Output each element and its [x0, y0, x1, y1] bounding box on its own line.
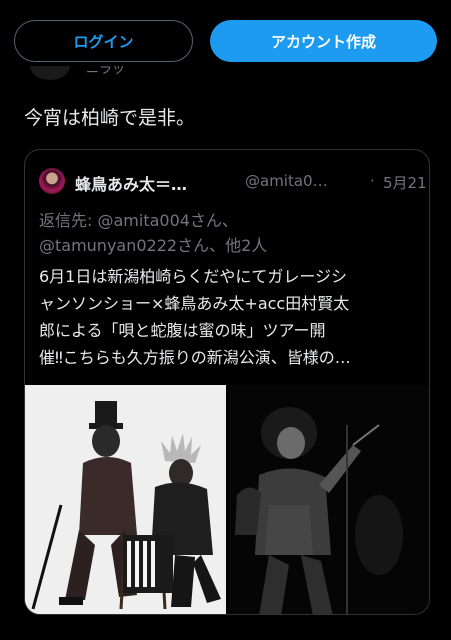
quote-body-line-4: 催‼︎こちらも久方振りの新潟公演、皆様の… — [39, 348, 351, 367]
previous-name: ニラッ — [86, 66, 126, 77]
photo-duo-seated-drawing — [25, 385, 226, 614]
reply-to-line-1: 返信先: @amita004さん、 — [39, 211, 238, 230]
tweet-text: 今宵は柏崎で是非。 — [24, 107, 196, 129]
quote-tweet-card[interactable]: 蜂鳥あみ太＝… @amita0… · 5月21日 返信先: @amita004さ… — [24, 149, 430, 615]
quoted-handle[interactable]: @amita0… — [245, 172, 328, 190]
top-bar: ログイン アカウント作成 — [0, 0, 451, 70]
previous-tweet-fragment: ニラッ — [30, 66, 150, 80]
quote-media[interactable] — [25, 385, 429, 614]
quote-header: 蜂鳥あみ太＝… @amita0… · 5月21日 — [39, 168, 429, 195]
create-account-button[interactable]: アカウント作成 — [210, 20, 437, 62]
photo-singer-stage[interactable] — [229, 385, 429, 614]
login-button[interactable]: ログイン — [14, 20, 193, 62]
quote-body-line-2: ャンソンショー×蜂鳥あみ太+acc田村賢太 — [39, 294, 350, 313]
quote-body-line-3: 郎による「唄と蛇腹は蜜の味」ツアー開 — [39, 321, 326, 340]
quoted-display-name[interactable]: 蜂鳥あみ太＝… — [75, 171, 187, 195]
previous-avatar — [30, 66, 70, 80]
reply-to-line-2: @tamunyan0222さん、他2人 — [39, 236, 268, 255]
quoted-user-avatar[interactable] — [39, 168, 65, 194]
photo-singer-stage-drawing — [229, 385, 429, 614]
separator-dot: · — [370, 172, 375, 190]
quoted-date[interactable]: 5月21日 — [383, 172, 429, 193]
photo-duo-seated[interactable] — [25, 385, 226, 614]
quote-body-line-1: 6月1日は新潟柏崎らくだやにてガレージシ — [39, 267, 348, 286]
